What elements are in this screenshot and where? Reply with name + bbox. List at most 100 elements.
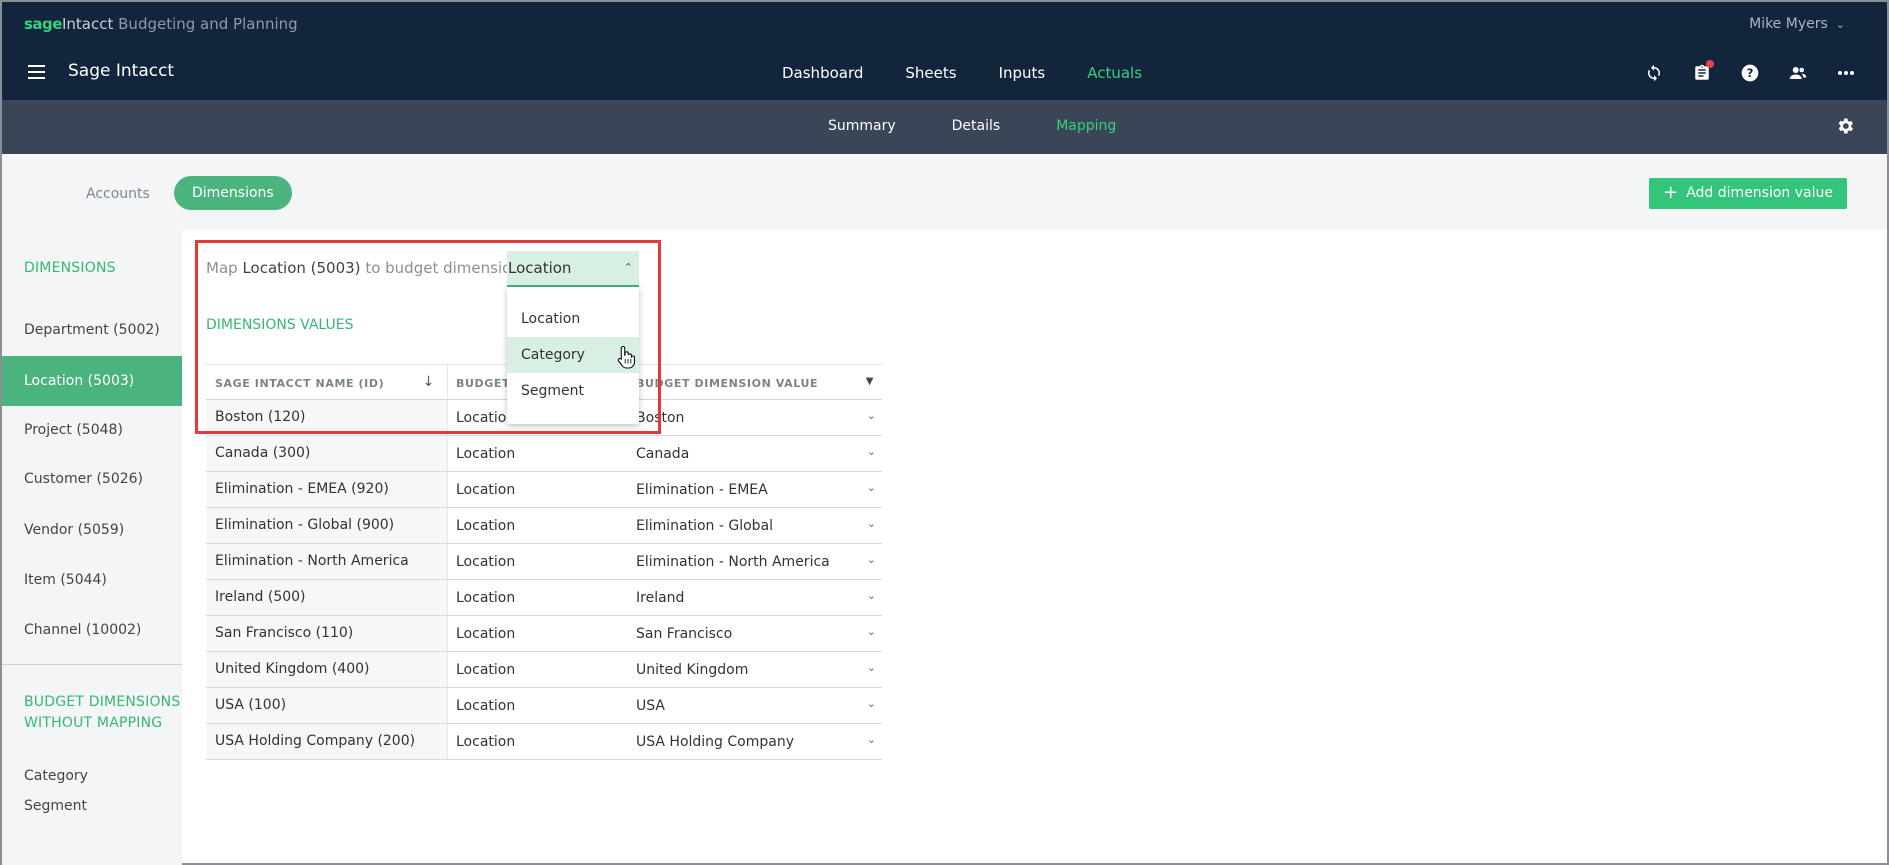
nav-actuals[interactable]: Actuals	[1087, 64, 1142, 82]
intacct-name-cell: Ireland (500)	[206, 580, 448, 615]
dimensions-toggle[interactable]: Dimensions	[174, 176, 292, 210]
chevron-down-icon: ⌄	[866, 732, 876, 746]
intacct-name-cell: San Francisco (110)	[206, 616, 448, 651]
budget-dimension-cell: Location	[456, 445, 516, 462]
budget-dimension-cell: Location	[456, 733, 516, 750]
more-icon[interactable]	[1835, 62, 1857, 84]
budget-dimension-cell: Location	[456, 625, 516, 642]
chevron-up-icon: ⌃	[623, 261, 633, 274]
intacct-name-cell: Elimination - Global (900)	[206, 508, 448, 543]
intacct-name-cell: Elimination - North America (910)	[206, 544, 448, 604]
chevron-down-icon: ⌄	[866, 480, 876, 494]
tab-summary[interactable]: Summary	[828, 118, 896, 134]
sidebar-item-customer[interactable]: Customer (5026)	[24, 471, 143, 487]
user-menu[interactable]: Mike Myers ⌄	[1749, 16, 1845, 32]
sidebar-item-location[interactable]: Location (5003)	[2, 356, 182, 406]
table-row: USA (100) Location USA ⌄	[206, 688, 882, 724]
budget-dimension-cell: Location	[456, 481, 516, 498]
help-icon[interactable]: ?	[1739, 62, 1761, 84]
intacct-name-cell: Boston (120)	[206, 400, 448, 435]
budget-dimension-cell: Location	[456, 697, 516, 714]
brand-logo: sageIntacct Budgeting and Planning	[24, 15, 298, 33]
map-dimension-name: Location (5003)	[242, 259, 361, 277]
table-row: Elimination - EMEA (920) Location Eliminat…	[206, 472, 882, 508]
hamburger-menu-icon[interactable]	[28, 65, 45, 79]
gear-icon[interactable]	[1835, 116, 1857, 138]
dimensions-values-title: DIMENSIONS VALUES	[206, 317, 354, 333]
unmapped-section-title-line2: WITHOUT MAPPING	[24, 715, 163, 731]
intacct-name-cell: Elimination - EMEA (920)	[206, 472, 448, 507]
budget-dimension-cell: Location	[456, 553, 516, 570]
intacct-name-cell: USA (100)	[206, 688, 448, 723]
budget-dimension-cell: Location	[456, 661, 516, 678]
chevron-down-icon: ⌄	[866, 408, 876, 422]
table-row: Ireland (500) Location Ireland ⌄	[206, 580, 882, 616]
hand-cursor-icon	[617, 345, 636, 369]
nav-dashboard[interactable]: Dashboard	[782, 64, 863, 82]
main-nav: Dashboard Sheets Inputs Actuals	[782, 64, 1184, 82]
column-header-budget-dimension-value[interactable]: BUDGET DIMENSION VALUE ▼	[628, 365, 882, 399]
dropdown-option-location[interactable]: Location	[507, 301, 639, 337]
chevron-down-icon: ⌄	[866, 696, 876, 710]
sidebar-item-department[interactable]: Department (5002)	[24, 322, 160, 338]
budget-dimension-cell: Location	[456, 589, 516, 606]
budget-dimension-value-select[interactable]: Boston ⌄	[628, 408, 882, 426]
sync-icon[interactable]	[1643, 62, 1665, 84]
sub-nav: Summary Details Mapping	[2, 100, 1887, 154]
top-icons: ?	[1643, 60, 1857, 84]
app-name: Sage Intacct	[68, 61, 175, 81]
nav-inputs[interactable]: Inputs	[999, 64, 1046, 82]
table-row: Elimination - North America (910) Locatio…	[206, 544, 882, 604]
budget-dimension-value-select[interactable]: USA ⌄	[628, 696, 882, 714]
budget-dimension-select[interactable]: Location ⌃	[507, 251, 639, 287]
table-body: Boston (120) Location Boston ⌄ Canada (300) L…	[206, 400, 882, 760]
budget-dimension-value-select[interactable]: San Francisco ⌄	[628, 624, 882, 642]
column-header-intacct-name[interactable]: SAGE INTACCT NAME (ID) ↓	[206, 365, 448, 399]
unmapped-item-category[interactable]: Category	[24, 768, 88, 784]
table-row: San Francisco (110) Location San Francisco…	[206, 616, 882, 652]
budget-dimension-value-select[interactable]: Elimination - North America ⌄	[628, 552, 882, 570]
budget-dimension-value-select[interactable]: Canada ⌄	[628, 444, 882, 462]
intacct-name-cell: USA Holding Company (200)	[206, 724, 448, 759]
chevron-down-icon: ⌄	[866, 624, 876, 638]
table-row: Canada (300) Location Canada ⌄	[206, 436, 882, 472]
budget-dimension-value-select[interactable]: Elimination - Global ⌄	[628, 516, 882, 534]
add-dimension-value-button[interactable]: + Add dimension value	[1649, 178, 1847, 209]
chevron-down-icon: ⌄	[866, 660, 876, 674]
unmapped-section-title-line1: BUDGET DIMENSIONS	[24, 694, 181, 710]
budget-dimension-value-select[interactable]: Ireland ⌄	[628, 589, 882, 606]
chevron-down-icon: ⌄	[866, 552, 876, 566]
sidebar-item-vendor[interactable]: Vendor (5059)	[24, 522, 124, 538]
accounts-toggle[interactable]: Accounts	[68, 178, 168, 210]
table-row: Elimination - Global (900) Location Elimin…	[206, 508, 882, 544]
unmapped-item-segment[interactable]: Segment	[24, 798, 87, 814]
top-bar: sageIntacct Budgeting and Planning Mike …	[2, 2, 1887, 100]
people-icon[interactable]	[1787, 62, 1809, 84]
clipboard-icon[interactable]	[1691, 60, 1714, 84]
nav-sheets[interactable]: Sheets	[905, 64, 956, 82]
sidebar-item-item[interactable]: Item (5044)	[24, 572, 107, 588]
dimensions-section-title: DIMENSIONS	[24, 260, 116, 276]
budget-dimension-value-select[interactable]: USA Holding Company ⌄	[628, 732, 882, 750]
tab-details[interactable]: Details	[952, 118, 1001, 134]
user-name: Mike Myers	[1749, 16, 1828, 32]
table-row: United Kingdom (400) Location United Kingd…	[206, 652, 882, 688]
product-name: Budgeting and Planning	[118, 15, 298, 33]
budget-dimension-cell: Location	[456, 517, 516, 534]
sidebar-divider	[2, 664, 182, 665]
toolbar: Accounts Dimensions + Add dimension valu…	[2, 154, 1887, 230]
sidebar-item-channel[interactable]: Channel (10002)	[24, 622, 141, 638]
chevron-down-icon: ⌄	[866, 444, 876, 458]
sidebar: DIMENSIONS Department (5002) Location (5…	[2, 230, 182, 865]
budget-dimension-value-select[interactable]: Elimination - EMEA ⌄	[628, 480, 882, 498]
sidebar-item-project[interactable]: Project (5048)	[24, 422, 123, 438]
chevron-down-icon: ⌄	[866, 516, 876, 530]
notification-badge	[1706, 60, 1714, 68]
intacct-name-cell: Canada (300)	[206, 436, 448, 471]
dropdown-option-segment[interactable]: Segment	[507, 373, 639, 409]
sort-arrow-icon[interactable]: ↓	[423, 374, 435, 390]
budget-dimension-value-select[interactable]: United Kingdom ⌄	[628, 660, 882, 678]
filter-caret-icon[interactable]: ▼	[866, 376, 874, 387]
plus-icon: +	[1663, 182, 1679, 203]
tab-mapping[interactable]: Mapping	[1056, 118, 1116, 134]
